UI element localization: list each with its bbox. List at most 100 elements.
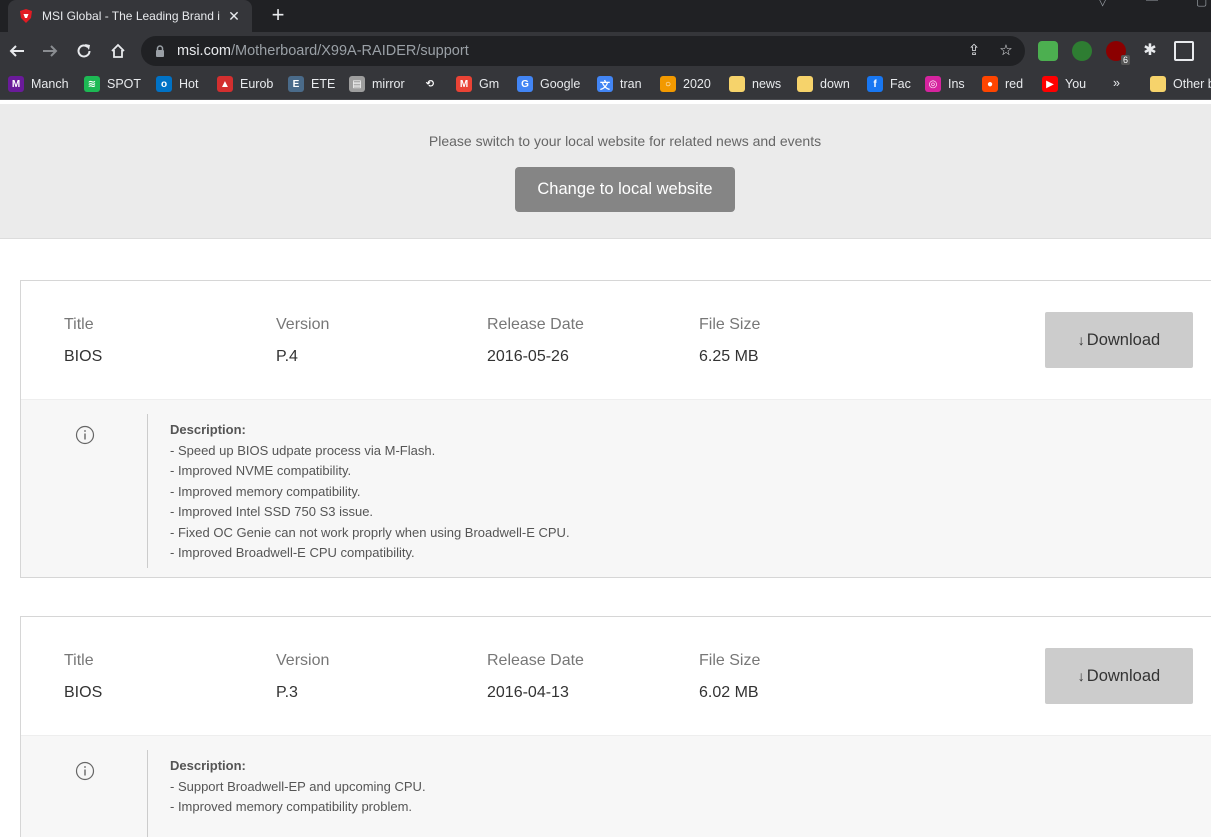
title-value: BIOS xyxy=(64,348,103,365)
description-line: - Improved memory compatibility problem. xyxy=(170,799,413,814)
mail-extension-icon[interactable] xyxy=(1038,41,1058,61)
back-icon[interactable] xyxy=(5,39,29,63)
description-line: - Speed up BIOS udpate process via M-Fla… xyxy=(170,442,436,458)
dashlane-extension-icon[interactable] xyxy=(1072,41,1092,61)
release-date-label: Release Date xyxy=(487,316,584,333)
bookmark-icon: M xyxy=(8,76,24,92)
msi-shield-icon xyxy=(18,8,34,24)
version-label: Version xyxy=(276,652,330,669)
url-text: msi.com/Motherboard/X99A-RAIDER/support xyxy=(177,43,469,59)
file-size-value: 6.25 MB xyxy=(699,348,759,365)
description-line: - Improved Broadwell-E CPU compatibility… xyxy=(170,545,415,560)
bookmark-icon: ○ xyxy=(660,76,676,92)
bookmark-item[interactable]: M Gm xyxy=(456,76,499,92)
bookmark-item[interactable]: M Manch xyxy=(8,76,69,92)
version-label: Version xyxy=(276,316,330,333)
change-local-website-button[interactable]: Change to local website xyxy=(515,167,735,212)
bookmark-item[interactable]: G Google xyxy=(517,76,580,92)
tab-search-icon[interactable]: ▽ xyxy=(1098,0,1107,8)
bookmark-icon: E xyxy=(288,76,304,92)
file-size-label: File Size xyxy=(699,652,761,669)
description-panel: Description: - Speed up BIOS udpate proc… xyxy=(21,399,1211,577)
description-title: Description: xyxy=(170,758,246,773)
bookmark-icon: ⟲ xyxy=(422,76,438,92)
bookmark-item[interactable]: ≋ SPOT xyxy=(84,76,141,92)
bookmark-label: Manch xyxy=(31,77,69,91)
puzzle-extensions-icon[interactable]: ✱ xyxy=(1140,41,1160,61)
extension-badge: 6 xyxy=(1120,55,1130,65)
bookmark-item[interactable]: ▶ You xyxy=(1042,76,1086,92)
bookmark-label: Ins xyxy=(948,77,965,91)
address-bar[interactable]: msi.com/Motherboard/X99A-RAIDER/support … xyxy=(141,36,1025,66)
side-panel-icon[interactable] xyxy=(1174,41,1194,61)
page-content: Please switch to your local website for … xyxy=(0,104,1211,837)
bookmark-icon: ▤ xyxy=(349,76,365,92)
bookmark-item[interactable]: ▲ Eurob xyxy=(217,76,273,92)
bookmark-icon: ● xyxy=(982,76,998,92)
bookmark-icon xyxy=(1150,76,1166,92)
description-line: - Fixed OC Genie can not work proprly wh… xyxy=(170,524,570,540)
bookmark-item[interactable]: E ETE xyxy=(288,76,335,92)
bookmark-item[interactable]: ▤ mirror xyxy=(349,76,405,92)
bookmark-label: Gm xyxy=(479,77,500,91)
bookmark-label: tran xyxy=(620,77,642,91)
new-tab-icon[interactable]: + xyxy=(266,3,290,27)
file-size-label: File Size xyxy=(699,316,761,333)
bookmark-item[interactable]: ● red xyxy=(982,76,1023,92)
bookmark-item[interactable]: ○ 2020 xyxy=(660,76,711,92)
bookmark-icon xyxy=(729,76,745,92)
bookmark-icon: ▲ xyxy=(217,76,233,92)
title-label: Title xyxy=(64,652,94,669)
download-arrow-icon: ↓ xyxy=(1077,668,1085,684)
bookmark-icon xyxy=(797,76,813,92)
banner-message: Please switch to your local website for … xyxy=(428,133,822,149)
bookmark-label: You xyxy=(1065,77,1087,91)
maximize-icon[interactable]: ▢ xyxy=(1196,0,1207,8)
bookmark-item[interactable]: o Hot xyxy=(156,76,198,92)
lock-icon xyxy=(153,44,167,58)
bookmark-item[interactable]: news xyxy=(729,76,781,92)
tab-close-icon[interactable]: ✕ xyxy=(226,8,242,25)
bookmark-item[interactable]: down xyxy=(797,76,850,92)
minimize-icon[interactable]: — xyxy=(1146,0,1158,6)
description-divider xyxy=(147,750,148,837)
bookmark-icon: ▶ xyxy=(1042,76,1058,92)
version-value: P.3 xyxy=(276,684,298,701)
download-label: Download xyxy=(1086,330,1161,349)
bookmark-item[interactable]: Other b xyxy=(1150,76,1211,92)
version-value: P.4 xyxy=(276,348,298,365)
release-date-label: Release Date xyxy=(487,652,584,669)
ublock-extension-icon[interactable]: 6 xyxy=(1106,41,1130,65)
browser-tab[interactable]: MSI Global - The Leading Brand in H ✕ xyxy=(8,0,252,32)
bookmark-star-icon[interactable]: ☆ xyxy=(997,42,1015,60)
home-icon[interactable] xyxy=(106,39,130,63)
download-button[interactable]: ↓ Download xyxy=(1045,648,1193,704)
bookmark-item[interactable]: » xyxy=(1113,76,1120,90)
bookmark-label: news xyxy=(752,77,782,91)
download-arrow-icon: ↓ xyxy=(1077,332,1085,348)
bookmark-item[interactable]: 文 tran xyxy=(597,76,642,92)
description-line: - Improved Intel SSD 750 S3 issue. xyxy=(170,504,374,519)
download-button[interactable]: ↓ Download xyxy=(1045,312,1193,368)
bookmarks-bar: M Manch ≋ SPOT o Hot ▲ Eurob E ETE ▤ mirror ⟲ M Gm G Goo… xyxy=(0,70,1211,100)
bookmark-icon: M xyxy=(456,76,472,92)
reload-icon[interactable] xyxy=(72,39,96,63)
description-divider xyxy=(147,414,148,568)
bookmark-item[interactable]: f Fac xyxy=(867,76,911,92)
bookmark-label: Google xyxy=(540,77,581,91)
forward-icon[interactable] xyxy=(38,39,62,63)
local-site-banner: Please switch to your local website for … xyxy=(0,104,1211,239)
bookmark-label: ETE xyxy=(311,77,336,91)
info-icon xyxy=(75,425,95,445)
bookmark-label: Eurob xyxy=(240,77,274,91)
bookmark-icon: o xyxy=(156,76,172,92)
bookmark-item[interactable]: ◎ Ins xyxy=(925,76,965,92)
bookmark-icon: 文 xyxy=(597,76,613,92)
tab-title: MSI Global - The Leading Brand in H xyxy=(42,9,220,23)
bookmark-label: SPOT xyxy=(107,77,142,91)
bookmark-item[interactable]: ⟲ xyxy=(422,76,445,92)
info-icon xyxy=(75,761,95,781)
tab-strip: MSI Global - The Leading Brand in H ✕ + … xyxy=(0,0,1211,32)
share-icon[interactable]: ⇪ xyxy=(965,42,983,60)
title-value: BIOS xyxy=(64,684,103,701)
